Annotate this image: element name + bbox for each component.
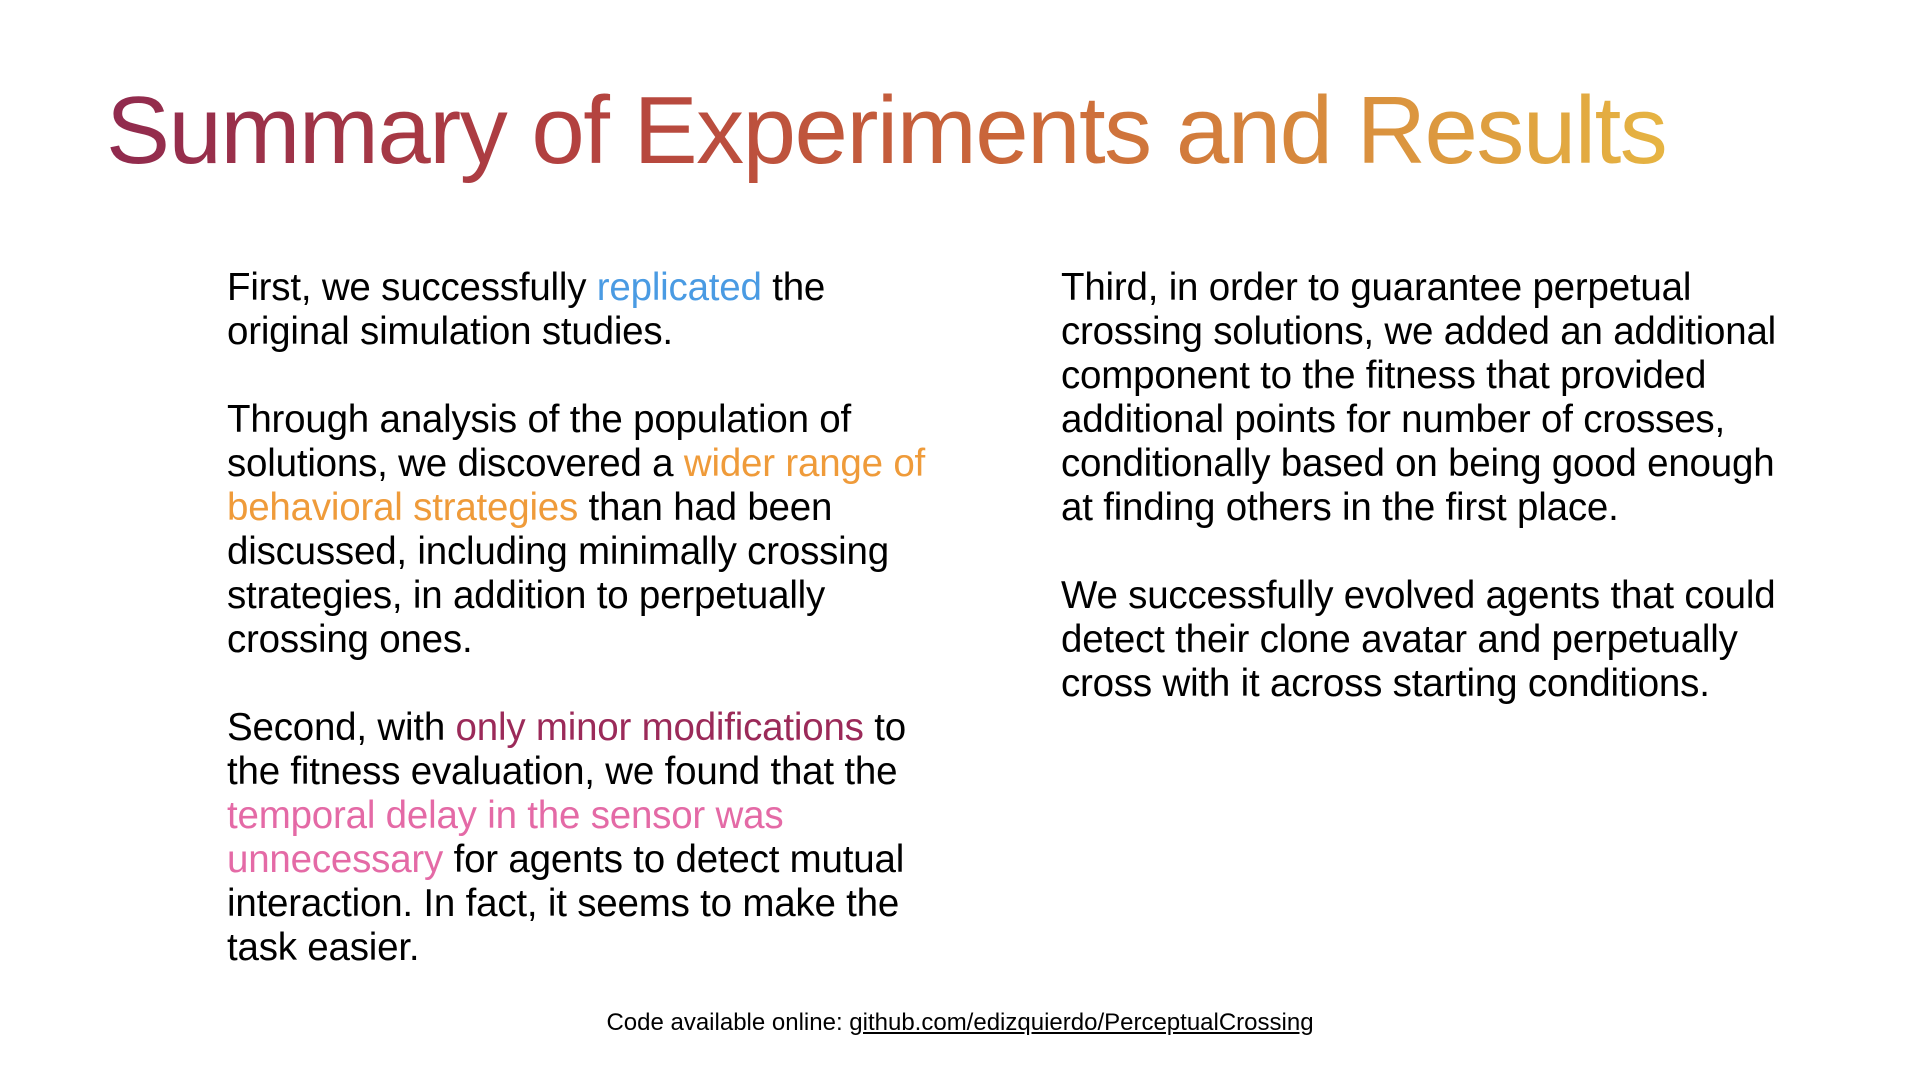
slide: Summary of Experiments and Results First… [0, 0, 1920, 1080]
right-column: Third, in order to guarantee perpetual c… [1061, 266, 1781, 750]
text-segment: Second, with [227, 706, 456, 749]
paragraph-modifications: Second, with only minor modifications to… [227, 706, 947, 970]
slide-title: Summary of Experiments and Results [106, 77, 1668, 184]
paragraph-evolved-agents: We successfully evolved agents that coul… [1061, 574, 1776, 705]
footer: Code available online: github.com/edizqu… [0, 1008, 1920, 1038]
paragraph-replication: First, we successfully replicated the or… [227, 266, 947, 354]
paragraph-analysis: Through analysis of the population of so… [227, 398, 947, 662]
text-segment: First, we successfully [227, 266, 597, 309]
highlight-minor-modifications: only minor modifications [455, 706, 864, 749]
github-link[interactable]: github.com/edizquierdo/PerceptualCrossin… [849, 1009, 1313, 1036]
highlight-replicated: replicated [596, 266, 762, 309]
footer-label: Code available online: [606, 1009, 850, 1036]
paragraph-fitness-component: Third, in order to guarantee perpetual c… [1061, 266, 1777, 529]
left-column: First, we successfully replicated the or… [227, 266, 947, 1014]
